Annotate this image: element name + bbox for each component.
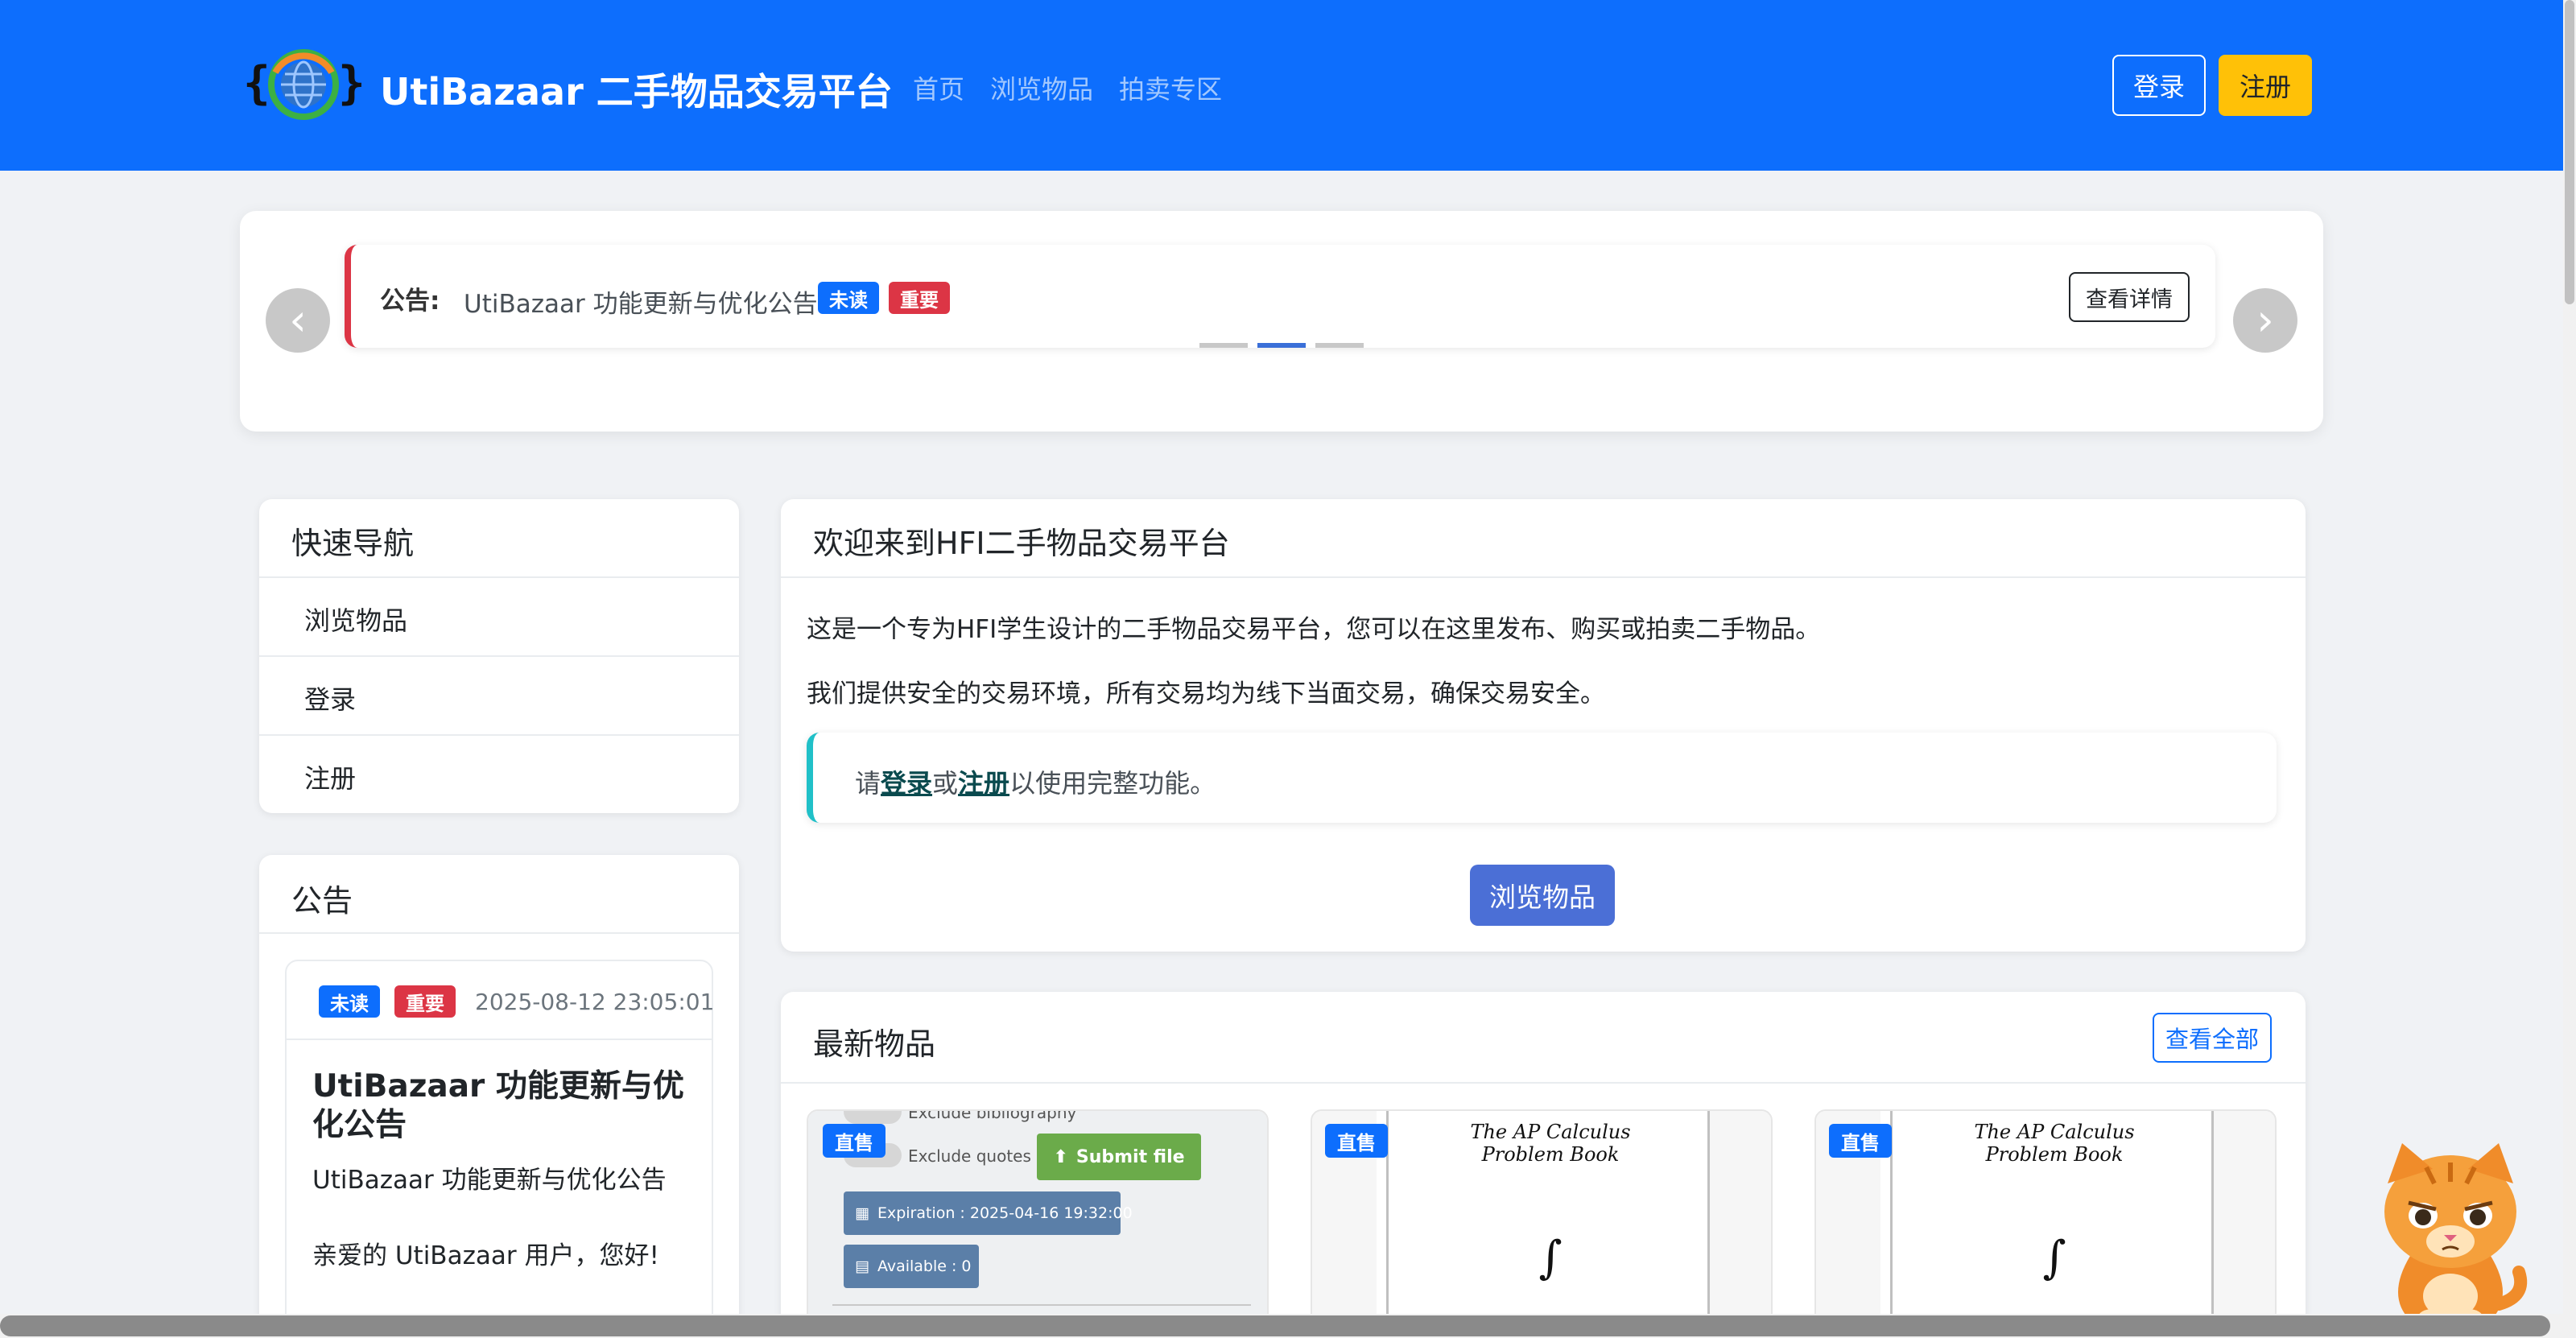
vertical-scrollbar-thumb[interactable] [2565, 0, 2574, 304]
announcement-date: 2025-08-12 23:05:01 [475, 989, 715, 1015]
quick-nav-register[interactable]: 注册 [304, 758, 356, 795]
nav-link-home[interactable]: 首页 [913, 69, 964, 106]
login-hint-text: 请登录或注册以使用完整功能。 [855, 763, 1216, 800]
submit-file-label: Submit file [1075, 1146, 1185, 1167]
book-title-line: The AP Calculus [1470, 1121, 1631, 1143]
cat-mascot[interactable] [2370, 1135, 2531, 1328]
hint-or: 或 [932, 768, 959, 799]
document-icon: ▤ [855, 1257, 869, 1275]
submit-file-button: ⬆ Submit file [1037, 1134, 1201, 1180]
announcement-label: 公告: [380, 287, 440, 316]
divider [259, 734, 739, 736]
svg-text:{: { [243, 57, 270, 109]
carousel-indicator-1[interactable] [1199, 343, 1248, 348]
carousel-indicator-3[interactable] [1315, 343, 1364, 348]
integral-symbol: ∫ [2042, 1232, 2066, 1284]
direct-sale-badge: 直售 [1325, 1124, 1388, 1158]
globe-logo-icon[interactable]: { } [243, 40, 364, 129]
divider [832, 1304, 1251, 1306]
available-text: Available : 0 [877, 1257, 972, 1275]
unread-badge: 未读 [319, 985, 380, 1018]
product-image: The AP Calculus Problem Book ∫ [1890, 1111, 2214, 1338]
important-badge: 重要 [889, 282, 950, 314]
announcements-title: 公告 [291, 883, 353, 919]
chevron-right-icon[interactable]: › [2233, 288, 2297, 353]
quick-nav-login[interactable]: 登录 [304, 679, 356, 716]
latest-items-title: 最新物品 [813, 1026, 936, 1062]
product-image-margin [1710, 1111, 1771, 1338]
nav-link-browse[interactable]: 浏览物品 [990, 69, 1093, 106]
upload-icon: ⬆ [1053, 1146, 1068, 1167]
product-image-margin [2214, 1111, 2275, 1338]
product-card[interactable]: The AP Calculus Problem Book ∫ 直售 [1814, 1109, 2277, 1338]
divider [781, 576, 2306, 578]
shot-quotes: Exclude quotes [908, 1146, 1031, 1166]
expiration-text: Expiration : 2025-04-16 19:32:00 [877, 1204, 1133, 1222]
horizontal-scrollbar-thumb[interactable] [0, 1315, 2550, 1336]
direct-sale-badge: 直售 [823, 1124, 886, 1158]
expiration-pill: ▦ Expiration : 2025-04-16 19:32:00 [844, 1191, 1133, 1235]
available-pill: ▤ Available : 0 [844, 1245, 979, 1288]
calendar-icon: ▦ [855, 1204, 869, 1222]
shot-bibliography: Exclude bibliography [908, 1109, 1077, 1122]
divider [259, 576, 739, 578]
register-button[interactable]: 注册 [2219, 55, 2312, 116]
unread-badge: 未读 [818, 282, 879, 314]
book-title: The AP Calculus Problem Book [1389, 1121, 1712, 1166]
divider [259, 655, 739, 657]
important-badge: 重要 [394, 985, 456, 1018]
product-card[interactable]: Exclude bibliography Exclude quotes ⬆ Su… [807, 1109, 1269, 1338]
hint-suffix: 以使用完整功能。 [1009, 768, 1216, 799]
hint-login-link[interactable]: 登录 [881, 768, 932, 799]
product-card[interactable]: The AP Calculus Problem Book ∫ 直售 [1311, 1109, 1773, 1338]
direct-sale-badge: 直售 [1829, 1124, 1892, 1158]
quick-nav-browse[interactable]: 浏览物品 [304, 601, 407, 638]
svg-text:}: } [338, 57, 364, 109]
hint-prefix: 请 [855, 768, 881, 799]
brand-title[interactable]: UtiBazaar 二手物品交易平台 [380, 63, 893, 116]
integral-symbol: ∫ [1538, 1232, 1563, 1284]
divider [781, 1082, 2306, 1084]
announcement-greeting: 亲爱的 UtiBazaar 用户，您好! [312, 1241, 659, 1270]
nav-link-auction[interactable]: 拍卖专区 [1119, 69, 1222, 106]
announcement-subtitle: UtiBazaar 功能更新与优化公告 [312, 1166, 667, 1195]
login-button[interactable]: 登录 [2112, 55, 2206, 116]
chevron-left-icon[interactable]: ‹ [266, 288, 330, 353]
book-title-line: Problem Book [1985, 1143, 2124, 1166]
carousel-indicator-2[interactable] [1257, 343, 1306, 348]
announcement-item-title[interactable]: UtiBazaar 功能更新与优化公告 [312, 1068, 691, 1145]
book-title-line: The AP Calculus [1974, 1121, 2135, 1143]
browse-items-button[interactable]: 浏览物品 [1470, 865, 1615, 926]
book-title-line: Problem Book [1481, 1143, 1620, 1166]
divider [259, 932, 739, 934]
welcome-description: 这是一个专为HFI学生设计的二手物品交易平台，您可以在这里发布、购买或拍卖二手物… [807, 615, 1821, 644]
welcome-safety-note: 我们提供安全的交易环境，所有交易均为线下当面交易，确保交易安全。 [807, 679, 1605, 708]
view-details-button[interactable]: 查看详情 [2069, 272, 2190, 322]
welcome-title: 欢迎来到HFI二手物品交易平台 [813, 526, 1230, 561]
announcement-title: UtiBazaar 功能更新与优化公告 [464, 290, 818, 319]
divider [287, 1039, 712, 1040]
view-all-button[interactable]: 查看全部 [2153, 1013, 2272, 1063]
book-title: The AP Calculus Problem Book [1893, 1121, 2216, 1166]
toggle-switch [844, 1111, 902, 1124]
product-image: The AP Calculus Problem Book ∫ [1386, 1111, 1710, 1338]
hint-register-link[interactable]: 注册 [958, 768, 1009, 799]
quick-nav-title: 快速导航 [291, 526, 415, 561]
